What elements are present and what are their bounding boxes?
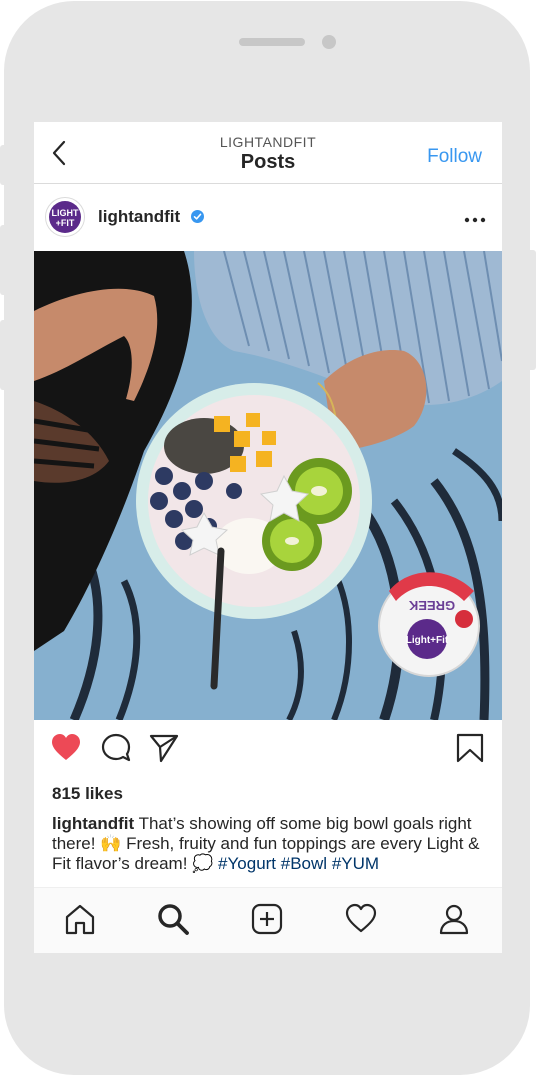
hashtag-yum[interactable]: #YUM <box>332 854 379 873</box>
phone-speaker <box>239 38 305 46</box>
tab-home[interactable] <box>63 902 97 936</box>
post-header: LIGHT +FIT lightandfit <box>34 184 502 250</box>
phone-camera <box>322 35 336 49</box>
app-screen: LIGHTANDFIT Posts Follow LIGHT +FIT ligh… <box>34 122 502 953</box>
comment-icon <box>101 733 131 762</box>
post-photo-illustration: Light+Fit GREEK <box>34 251 502 720</box>
comment-button[interactable] <box>100 732 132 764</box>
like-button[interactable] <box>50 732 82 764</box>
phone-volume-up <box>0 225 6 295</box>
tab-new-post[interactable] <box>250 902 284 936</box>
tab-search[interactable] <box>156 902 190 936</box>
more-horizontal-icon <box>464 217 486 223</box>
top-nav: LIGHTANDFIT Posts Follow <box>34 122 502 184</box>
heart-outline-icon <box>345 903 377 933</box>
verified-badge-icon <box>191 210 204 223</box>
search-icon <box>158 904 189 935</box>
yogurt-cup: Light+Fit GREEK <box>378 572 480 677</box>
home-icon <box>65 904 95 935</box>
save-button[interactable] <box>454 732 486 764</box>
phone-mute-switch <box>0 145 6 185</box>
bookmark-icon <box>456 733 484 763</box>
hashtag-yogurt[interactable]: #Yogurt <box>218 854 276 873</box>
post-username[interactable]: lightandfit <box>98 207 180 227</box>
yogurt-brand-text: Light+Fit <box>406 635 449 646</box>
post-actions <box>34 720 502 780</box>
heart-filled-icon <box>52 734 80 760</box>
post-image[interactable]: Light+Fit GREEK <box>34 251 502 720</box>
avatar-logo: LIGHT +FIT <box>49 201 81 233</box>
yogurt-label-text: GREEK <box>408 598 455 613</box>
caption-username[interactable]: lightandfit <box>52 814 134 833</box>
share-button[interactable] <box>148 732 180 764</box>
follow-button[interactable]: Follow <box>427 146 482 168</box>
add-post-icon <box>251 903 283 935</box>
hashtag-bowl[interactable]: #Bowl <box>281 854 327 873</box>
post-caption: lightandfit That’s showing off some big … <box>52 814 482 874</box>
bottom-tab-bar <box>34 887 502 953</box>
send-icon <box>149 734 179 763</box>
avatar[interactable]: LIGHT +FIT <box>45 197 85 237</box>
more-options-button[interactable] <box>464 204 486 230</box>
phone-power-button <box>530 250 536 370</box>
phone-volume-down <box>0 320 6 390</box>
like-count: 815 likes <box>52 784 123 803</box>
profile-icon <box>439 904 469 935</box>
tab-activity[interactable] <box>344 902 378 936</box>
tab-profile[interactable] <box>437 902 471 936</box>
